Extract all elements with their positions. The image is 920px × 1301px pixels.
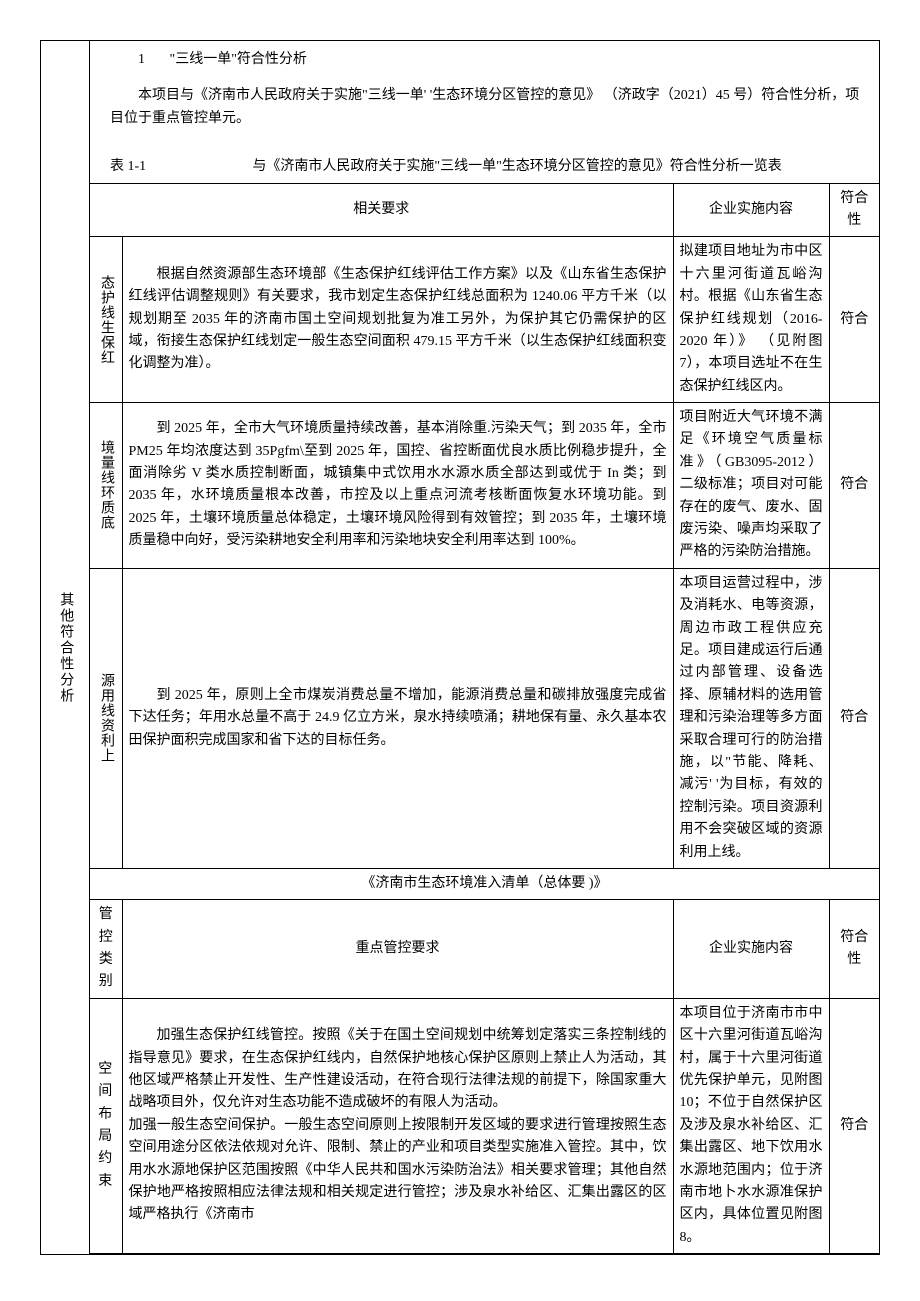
sub-header-title: 《济南市生态环境准入清单（总体要 )》 bbox=[90, 868, 879, 899]
header-control-category: 管控类别 bbox=[90, 900, 122, 999]
row-requirement: 到 2025 年，原则上全市煤炭消费总量不增加，能源消费总量和碳排放强度完成省下… bbox=[122, 568, 673, 868]
section-title: "三线一单"符合性分析 bbox=[170, 52, 307, 67]
row-requirement: 根据自然资源部生态环境部《生态保护红线评估工作方案》以及《山东省生态保护红线评估… bbox=[122, 237, 673, 403]
row-category: 空间布局约束 bbox=[90, 998, 122, 1253]
intro-paragraph: 本项目与《济南市人民政府关于实施"三线一单' '生态环境分区管控的意见》 （济政… bbox=[110, 85, 867, 130]
sub-header-row: 《济南市生态环境准入清单（总体要 )》 bbox=[90, 868, 879, 899]
table-caption-row: 表 1-1 与《济南市人民政府关于实施"三线一单"生态环境分区管控的意见》符合性… bbox=[90, 152, 879, 182]
row-conformity: 符合 bbox=[829, 237, 879, 403]
header-key-requirement: 重点管控要求 bbox=[122, 900, 673, 999]
row-category: 态护线生保红 bbox=[90, 237, 122, 403]
document-page: 其他符合性分析 1 "三线一单"符合性分析 本项目与《济南市人民政府关于实施"三… bbox=[40, 40, 880, 1255]
header-implementation: 企业实施内容 bbox=[673, 183, 829, 237]
row-conformity: 符合 bbox=[829, 998, 879, 1253]
row-requirement: 加强生态保护红线管控。按照《关于在国土空间规划中统筹划定落实三条控制线的指导意见… bbox=[122, 998, 673, 1253]
row-implementation: 本项目运营过程中，涉及消耗水、电等资源，周边市政工程供应充足。项目建成运行后通过… bbox=[673, 568, 829, 868]
table-number: 表 1-1 bbox=[110, 156, 146, 178]
table-row: 境量线环质底 到 2025 年，全市大气环境质量持续改善，基本消除重.污染天气；… bbox=[90, 403, 879, 569]
table-row: 态护线生保红 根据自然资源部生态环境部《生态保护红线评估工作方案》以及《山东省生… bbox=[90, 237, 879, 403]
row-conformity: 符合 bbox=[829, 568, 879, 868]
compliance-table: 相关要求 企业实施内容 符合性 态护线生保红 根据自然资源部生态环境部《生态保护… bbox=[90, 183, 879, 1255]
row-requirement: 到 2025 年，全市大气环境质量持续改善，基本消除重.污染天气；到 2035 … bbox=[122, 403, 673, 569]
header-implementation: 企业实施内容 bbox=[673, 900, 829, 999]
side-category-label: 其他符合性分析 bbox=[41, 41, 90, 1254]
header-requirement: 相关要求 bbox=[90, 183, 673, 237]
section-heading: 1 "三线一单"符合性分析 bbox=[110, 49, 867, 71]
row-conformity: 符合 bbox=[829, 403, 879, 569]
header-conformity: 符合性 bbox=[829, 900, 879, 999]
table-header-row: 相关要求 企业实施内容 符合性 bbox=[90, 183, 879, 237]
table-row: 源用线资利上 到 2025 年，原则上全市煤炭消费总量不增加，能源消费总量和碳排… bbox=[90, 568, 879, 868]
header-conformity: 符合性 bbox=[829, 183, 879, 237]
table-title: 与《济南市人民政府关于实施"三线一单"生态环境分区管控的意见》符合性分析一览表 bbox=[167, 156, 867, 178]
outer-frame: 其他符合性分析 1 "三线一单"符合性分析 本项目与《济南市人民政府关于实施"三… bbox=[40, 40, 880, 1255]
row-implementation: 拟建项目地址为市中区十六里河街道瓦峪沟村。根据《山东省生态保护红线规划（2016… bbox=[673, 237, 829, 403]
row-category: 境量线环质底 bbox=[90, 403, 122, 569]
row-implementation: 本项目位于济南市市中区十六里河街道瓦峪沟村，属于十六里河街道优先保护单元，见附图… bbox=[673, 998, 829, 1253]
row-category: 源用线资利上 bbox=[90, 568, 122, 868]
row-implementation: 项目附近大气环境不满足《环境空气质量标准》（GB3095-2012）二级标准；项… bbox=[673, 403, 829, 569]
table-row: 空间布局约束 加强生态保护红线管控。按照《关于在国土空间规划中统筹划定落实三条控… bbox=[90, 998, 879, 1253]
table-header-row: 管控类别 重点管控要求 企业实施内容 符合性 bbox=[90, 900, 879, 999]
main-content: 1 "三线一单"符合性分析 本项目与《济南市人民政府关于实施"三线一单' '生态… bbox=[90, 41, 879, 1254]
section-intro: 1 "三线一单"符合性分析 本项目与《济南市人民政府关于实施"三线一单' '生态… bbox=[90, 41, 879, 152]
section-number: 1 bbox=[138, 52, 145, 67]
